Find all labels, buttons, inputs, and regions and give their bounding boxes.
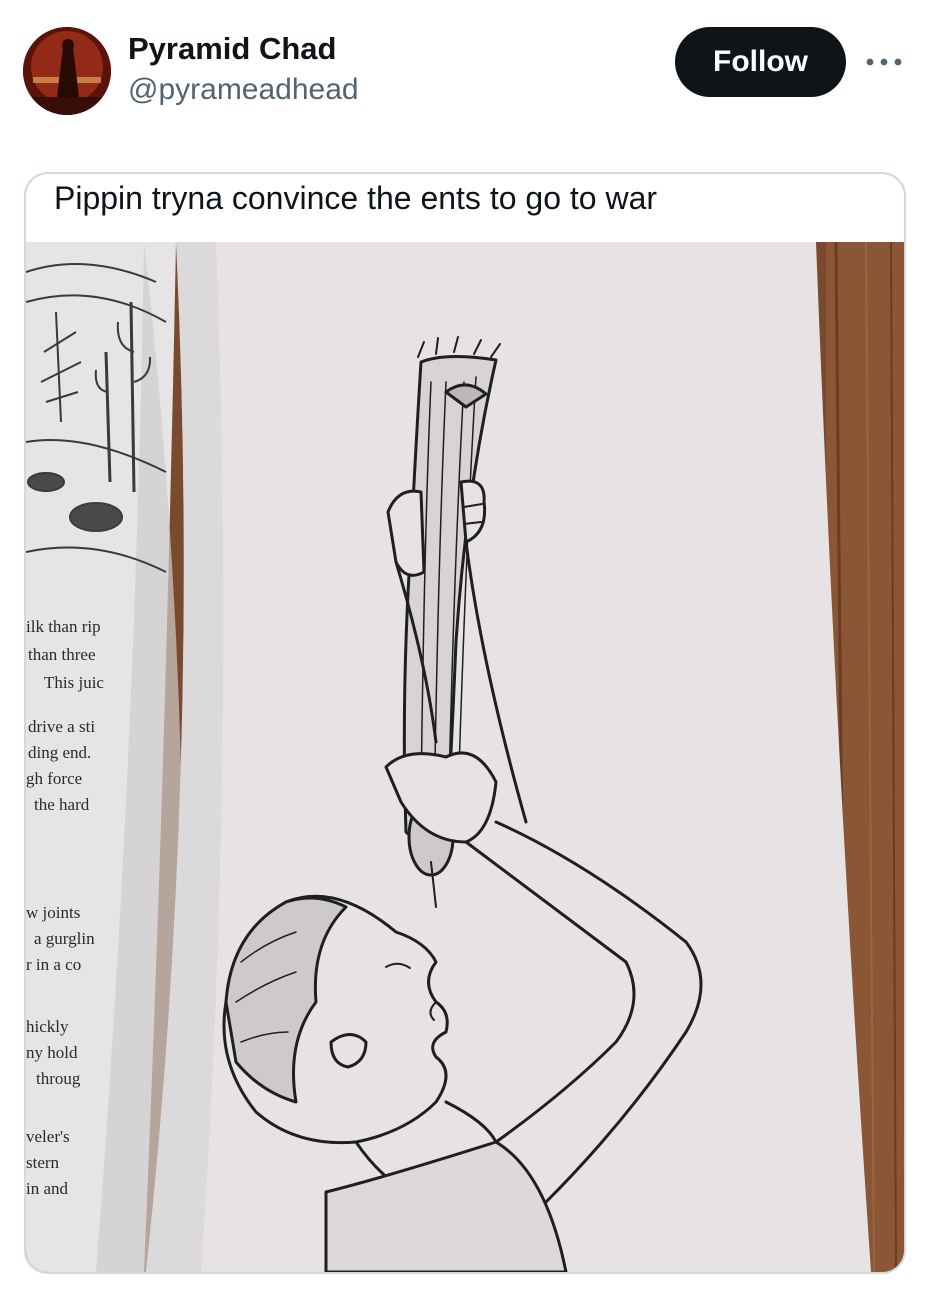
author-names: Pyramid Chad @pyrameadhead <box>128 30 359 110</box>
svg-text:r in a co: r in a co <box>26 955 81 974</box>
svg-text:a gurglin: a gurglin <box>34 929 95 948</box>
svg-text:drive a sti: drive a sti <box>28 717 95 736</box>
svg-text:than three: than three <box>28 645 96 664</box>
author-display-name[interactable]: Pyramid Chad <box>128 30 359 68</box>
svg-text:gh force: gh force <box>26 769 82 788</box>
svg-text:ny hold: ny hold <box>26 1043 78 1062</box>
svg-text:hickly: hickly <box>26 1017 69 1036</box>
avatar-image <box>23 27 111 115</box>
svg-text:throug: throug <box>36 1069 81 1088</box>
svg-text:ding end.: ding end. <box>28 743 91 762</box>
avatar[interactable] <box>23 27 111 115</box>
post-header: Pyramid Chad @pyrameadhead Follow <box>0 0 936 150</box>
svg-text:stern: stern <box>26 1153 60 1172</box>
svg-text:in and: in and <box>26 1179 69 1198</box>
post-photo[interactable]: ilk than rip than three This juic drive … <box>26 242 904 1272</box>
more-horizontal-icon[interactable] <box>862 44 906 80</box>
svg-text:ilk than rip: ilk than rip <box>26 617 101 636</box>
svg-text:veler's: veler's <box>26 1127 70 1146</box>
coloring-book-photo: ilk than rip than three This juic drive … <box>26 242 904 1272</box>
svg-text:This juic: This juic <box>44 673 104 692</box>
svg-text:w joints: w joints <box>26 903 80 922</box>
svg-text:the hard: the hard <box>34 795 90 814</box>
post-card: Pippin tryna convince the ents to go to … <box>24 172 906 1274</box>
follow-button[interactable]: Follow <box>675 27 846 97</box>
post-text: Pippin tryna convince the ents to go to … <box>54 180 658 216</box>
author-handle[interactable]: @pyrameadhead <box>128 70 359 110</box>
